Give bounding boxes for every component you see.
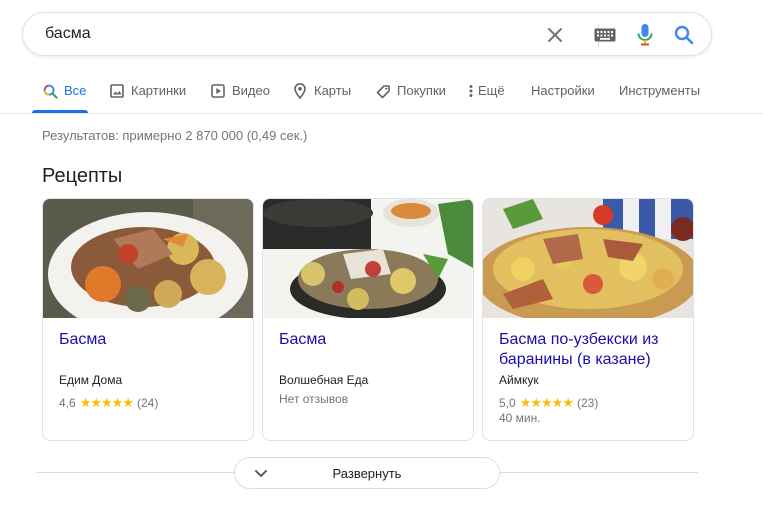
tab-all[interactable]: Все <box>42 82 86 112</box>
search-submit-icon[interactable] <box>672 23 696 47</box>
recipe-title[interactable]: Басма <box>59 330 239 350</box>
expand-label: Развернуть <box>332 466 402 481</box>
tab-more[interactable]: Ещё <box>468 82 505 112</box>
recipe-rating: 4,6 ★★★★★ (24) <box>59 395 158 411</box>
tabs-divider <box>0 113 763 114</box>
tab-label: Видео <box>232 83 270 98</box>
microphone-icon[interactable] <box>633 23 657 47</box>
rating-value: 5,0 <box>499 396 516 410</box>
tab-images[interactable]: Картинки <box>109 82 186 112</box>
tab-label: Покупки <box>397 83 446 98</box>
no-reviews-label: Нет отзывов <box>279 392 349 406</box>
map-pin-icon <box>292 83 308 99</box>
recipe-image <box>263 199 473 318</box>
tab-video[interactable]: Видео <box>210 82 270 112</box>
rating-value: 4,6 <box>59 396 76 410</box>
image-icon <box>109 83 125 99</box>
recipe-rating: 5,0 ★★★★★ (23) <box>499 395 598 411</box>
recipe-card[interactable]: Басма Волшебная Еда Нет отзывов <box>262 198 474 441</box>
recipe-title[interactable]: Басма <box>279 330 459 350</box>
tab-tools[interactable]: Инструменты <box>619 82 700 112</box>
recipes-heading: Рецепты <box>42 165 123 187</box>
tab-label: Инструменты <box>619 83 701 98</box>
expand-button[interactable]: Развернуть <box>234 457 500 489</box>
clear-icon[interactable] <box>543 23 567 47</box>
tag-icon <box>375 83 391 99</box>
tab-label: Картинки <box>131 83 187 98</box>
tab-label: Все <box>64 83 87 98</box>
search-icon <box>42 83 58 99</box>
tab-maps[interactable]: Карты <box>292 82 351 112</box>
recipe-card[interactable]: Басма Едим Дома 4,6 ★★★★★ (24) <box>42 198 254 441</box>
recipe-source: Аймкук <box>499 373 539 387</box>
cook-time: 40 мин. <box>499 411 541 425</box>
tab-settings[interactable]: Настройки <box>531 82 595 112</box>
result-stats: Результатов: примерно 2 870 000 (0,49 се… <box>42 128 308 143</box>
recipe-title[interactable]: Басма по-узбекски из баранины (в казане) <box>499 330 679 370</box>
more-vert-icon <box>468 83 474 99</box>
search-box[interactable] <box>22 12 712 56</box>
star-rating-icon: ★★★★★ <box>519 395 574 410</box>
review-count: (24) <box>136 396 159 410</box>
tab-label: Настройки <box>531 83 595 98</box>
recipe-card[interactable]: Басма по-узбекски из баранины (в казане)… <box>482 198 694 441</box>
recipe-source: Едим Дома <box>59 373 123 387</box>
tab-label: Ещё <box>478 83 505 98</box>
recipe-source: Волшебная Еда <box>279 373 369 387</box>
tab-shopping[interactable]: Покупки <box>375 82 446 112</box>
recipe-image <box>43 199 253 318</box>
star-rating-icon: ★★★★★ <box>79 395 134 410</box>
search-input[interactable] <box>43 24 527 44</box>
review-count: (23) <box>576 396 599 410</box>
keyboard-icon[interactable] <box>593 23 617 47</box>
tab-label: Карты <box>314 83 352 98</box>
play-icon <box>210 83 226 99</box>
recipe-image <box>483 199 693 318</box>
